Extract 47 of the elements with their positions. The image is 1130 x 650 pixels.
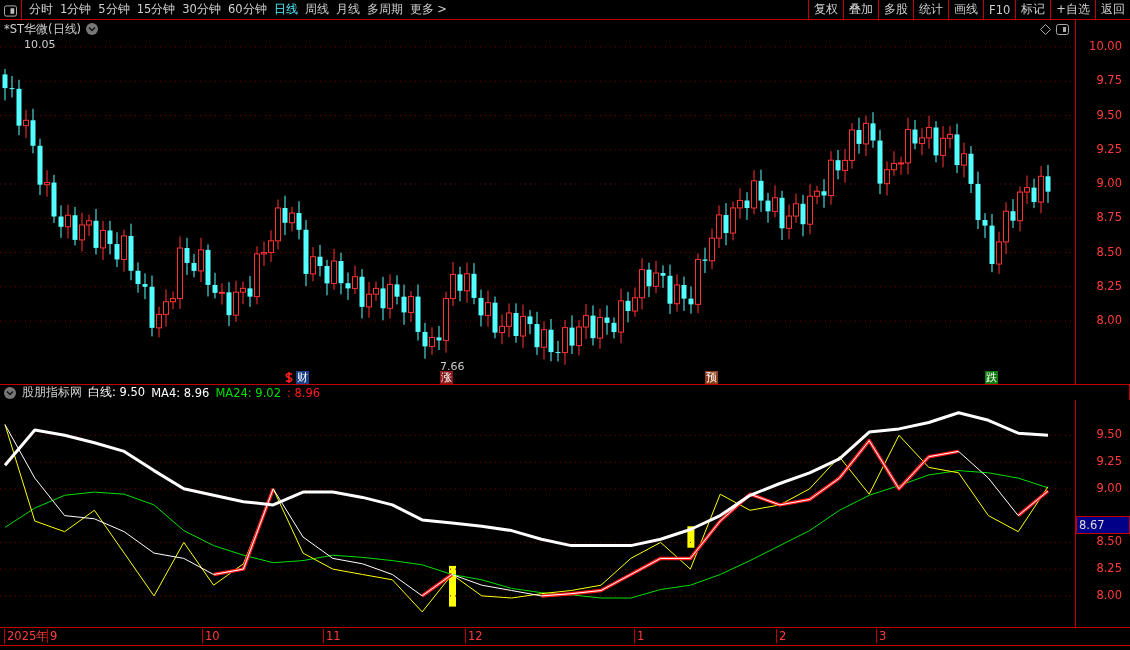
cursor-value-label: 8.67: [1076, 516, 1130, 535]
indicator-axis-label: 9.50: [1096, 427, 1122, 442]
period-tab[interactable]: 月线: [335, 2, 360, 17]
high-price-label: 10.05: [24, 38, 56, 51]
period-tab[interactable]: 周线: [304, 2, 329, 17]
period-tab[interactable]: 60分钟: [227, 2, 267, 17]
price-axis-label: 10.00: [1089, 39, 1122, 53]
period-tab[interactable]: 5分钟: [98, 2, 130, 17]
low-price-label: 7.66: [440, 360, 465, 373]
indicator-axis-label: 8.50: [1096, 534, 1122, 549]
date-axis-label: 1: [634, 629, 645, 643]
period-tab[interactable]: 多周期: [366, 2, 403, 17]
stock-title: *ST华微(日线): [4, 21, 82, 37]
event-badge[interactable]: 跌: [985, 371, 998, 384]
date-axis-label: 2: [776, 629, 787, 643]
indicator-axis-label: 8.25: [1096, 561, 1122, 576]
price-axis-label: 8.75: [1096, 210, 1122, 225]
legend-value: 白线: 9.50: [88, 385, 146, 400]
period-tab[interactable]: 日线: [273, 2, 298, 17]
legend-value: MA4: 8.96: [151, 385, 210, 400]
date-axis-label: 10: [202, 629, 220, 643]
period-tab[interactable]: 1分钟: [60, 2, 92, 17]
price-axis-label: 8.50: [1096, 244, 1122, 259]
date-axis-label: 9: [47, 629, 58, 643]
legend-value: MA24: 9.02: [215, 385, 281, 400]
price-axis-label: 9.75: [1096, 73, 1122, 88]
event-badge[interactable]: 财: [296, 371, 309, 384]
period-tab[interactable]: 更多 >: [409, 2, 447, 17]
period-tab[interactable]: 分时: [29, 2, 53, 17]
legend-value: : 8.96: [286, 385, 321, 400]
price-axis-label: 9.00: [1096, 176, 1122, 190]
price-axis-label: 9.25: [1096, 141, 1122, 156]
event-badge[interactable]: 涨: [440, 371, 453, 384]
period-tab[interactable]: 15分钟: [136, 2, 176, 17]
event-badge[interactable]: 预: [705, 371, 718, 384]
indicator-axis-label: 9.00: [1096, 480, 1122, 495]
indicator-name: 股朋指标网: [22, 385, 82, 400]
price-axis-label: 9.50: [1096, 107, 1122, 122]
date-axis-label: 11: [323, 629, 341, 643]
price-axis-label: 8.00: [1096, 313, 1122, 327]
indicator-axis-label: 9.25: [1096, 454, 1122, 469]
date-axis-label: 2025年: [4, 629, 49, 644]
indicator-axis-label: 8.00: [1096, 587, 1122, 602]
date-axis-label: 12: [465, 629, 483, 643]
date-axis-label: 3: [876, 629, 887, 643]
period-tab[interactable]: 30分钟: [182, 2, 221, 17]
price-axis-label: 8.25: [1096, 278, 1122, 293]
